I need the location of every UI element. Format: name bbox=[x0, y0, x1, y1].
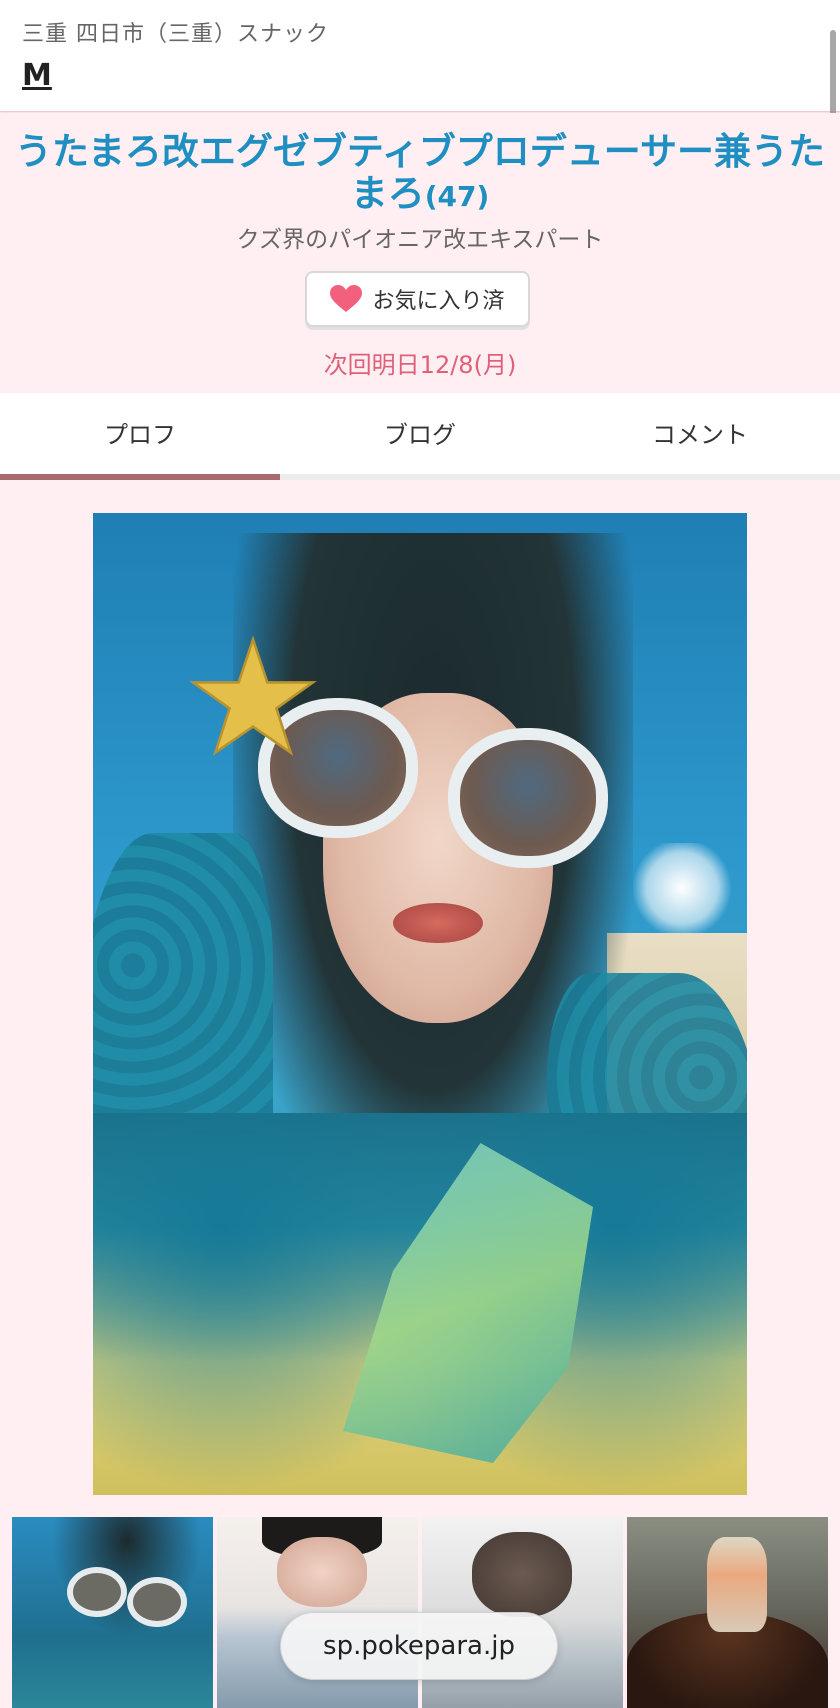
tab-profile[interactable]: プロフ bbox=[0, 393, 280, 479]
profile-header: うたまろ改エグゼブティブプロデューサー兼うたまろ(47) クズ界のパイオニア改エ… bbox=[0, 113, 840, 393]
top-header: 三重 四日市（三重）スナック M bbox=[0, 0, 840, 112]
area-label: 三重 四日市（三重）スナック bbox=[22, 22, 329, 47]
favorite-button[interactable]: お気に入り済 bbox=[305, 271, 530, 327]
browser-url-bar[interactable]: sp.pokepara.jp bbox=[280, 1612, 558, 1680]
next-schedule: 次回明日12/8(月) bbox=[323, 351, 517, 379]
cast-name-text: うたまろ改エグゼブティブプロデューサー兼うたまろ bbox=[15, 130, 825, 215]
tab-comment[interactable]: コメント bbox=[560, 393, 840, 479]
photo-sunglass-right bbox=[448, 728, 608, 868]
cast-name: うたまろ改エグゼブティブプロデューサー兼うたまろ(47) bbox=[0, 131, 840, 218]
photo-cloud bbox=[627, 843, 737, 933]
profile-tabs: プロフ ブログ コメント bbox=[0, 393, 840, 479]
main-profile-photo[interactable] bbox=[93, 513, 747, 1495]
thumbnail-4[interactable] bbox=[627, 1517, 828, 1708]
photo-lips bbox=[393, 903, 483, 943]
tab-active-indicator bbox=[0, 474, 280, 480]
tab-blog[interactable]: ブログ bbox=[280, 393, 560, 479]
starfish-icon bbox=[189, 635, 317, 756]
thumbnail-1[interactable] bbox=[12, 1517, 213, 1708]
shop-name-link[interactable]: M bbox=[22, 58, 52, 93]
heart-icon bbox=[330, 285, 363, 312]
cast-age: (47) bbox=[424, 180, 490, 213]
favorite-label: お気に入り済 bbox=[372, 289, 505, 314]
catchphrase: クズ界のパイオニア改エキスパート bbox=[236, 227, 604, 253]
tab-underline bbox=[0, 474, 840, 480]
